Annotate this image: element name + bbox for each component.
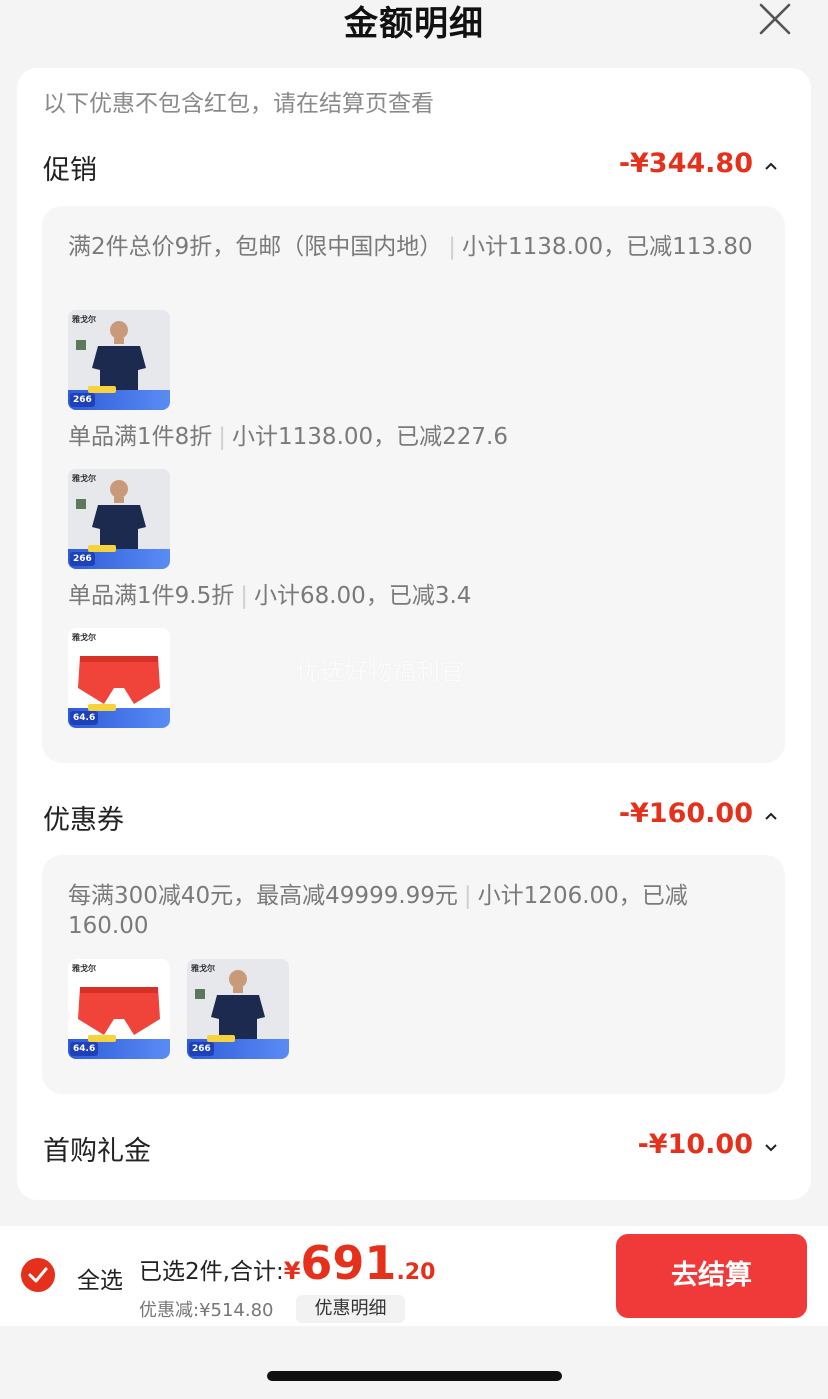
checkbox-checked-icon[interactable] [21, 1258, 55, 1292]
brand-logo: 雅戈尔 [72, 964, 96, 973]
brand-logo: 雅戈尔 [72, 315, 96, 324]
product-thumb-shirt[interactable]: 雅戈尔 266 [68, 310, 170, 410]
section-amount: -¥10.00 [637, 1129, 753, 1160]
summary-label: 已选2件,合计: [139, 1259, 284, 1285]
section-label: 首购礼金 [43, 1136, 151, 1167]
coupon-card: 每满300减40元，最高减49999.99元 | 小计1206.00，已减160.0… [42, 855, 785, 1094]
thumb-price: 64.6 [70, 1042, 99, 1056]
section-amount: -¥344.80 [618, 148, 753, 179]
select-all-label[interactable]: 全选 [77, 1261, 123, 1295]
home-indicator [267, 1371, 562, 1381]
section-label: 优惠券 [43, 805, 124, 836]
thumb-price: 64.6 [70, 711, 99, 725]
discount-detail-button[interactable]: 优惠明细 [296, 1295, 405, 1323]
page-title: 金额明细 [344, 4, 484, 44]
chevron-up-icon[interactable] [763, 158, 779, 174]
close-icon[interactable] [758, 2, 792, 36]
promo-tag [88, 545, 116, 552]
section-amount: -¥160.00 [618, 798, 753, 829]
detail-panel: 以下优惠不包含红包，请在结算页查看 促销 -¥344.80 满2件总价9折，包邮… [17, 68, 811, 1200]
product-thumb-shirt[interactable]: 雅戈尔 266 [68, 469, 170, 569]
watermark: 优选好物福利官 [296, 658, 464, 686]
note-text: 以下优惠不包含红包，请在结算页查看 [43, 91, 434, 117]
total-decimal: .20 [396, 1260, 436, 1285]
brand-logo: 雅戈尔 [72, 474, 96, 483]
discount-text: 优惠减:¥514.80 [139, 1300, 274, 1321]
rule-text: 单品满1件8折 | 小计1138.00，已减227.6 [68, 424, 508, 450]
header: 金额明细 [0, 0, 828, 60]
thumb-price: 266 [189, 1042, 214, 1056]
chevron-up-icon[interactable] [763, 808, 779, 824]
thumb-price: 266 [70, 552, 95, 566]
product-thumb-shirt[interactable]: 雅戈尔 266 [187, 959, 289, 1059]
promo-tag [88, 1035, 116, 1042]
total-integer: 691 [300, 1236, 397, 1290]
product-thumb-underwear[interactable]: 雅戈尔 64.6 [68, 959, 170, 1059]
rule-text: 单品满1件9.5折 | 小计68.00，已减3.4 [68, 583, 472, 609]
promo-tag [207, 1035, 235, 1042]
section-coupon-header[interactable]: 优惠券 -¥160.00 [43, 798, 783, 838]
checkout-button[interactable]: 去结算 [616, 1234, 807, 1318]
thumb-price: 266 [70, 393, 95, 407]
promo-tag [88, 386, 116, 393]
brand-logo: 雅戈尔 [72, 633, 96, 642]
total-summary: 已选2件,合计:¥691.20 [139, 1236, 436, 1290]
section-first-purchase-header[interactable]: 首购礼金 -¥10.00 [43, 1129, 783, 1169]
section-label: 促销 [43, 155, 97, 186]
rule-text: 满2件总价9折，包邮（限中国内地） | 小计1138.00，已减113.80 [68, 234, 753, 260]
section-promotion-header[interactable]: 促销 -¥344.80 [43, 148, 783, 188]
brand-logo: 雅戈尔 [191, 964, 215, 973]
promo-tag [88, 704, 116, 711]
chevron-down-icon[interactable] [763, 1139, 779, 1155]
rule-text: 每满300减40元，最高减49999.99元 | 小计1206.00，已减160.0… [68, 883, 688, 939]
product-thumb-underwear[interactable]: 雅戈尔 64.6 [68, 628, 170, 728]
currency-symbol: ¥ [283, 1257, 301, 1285]
